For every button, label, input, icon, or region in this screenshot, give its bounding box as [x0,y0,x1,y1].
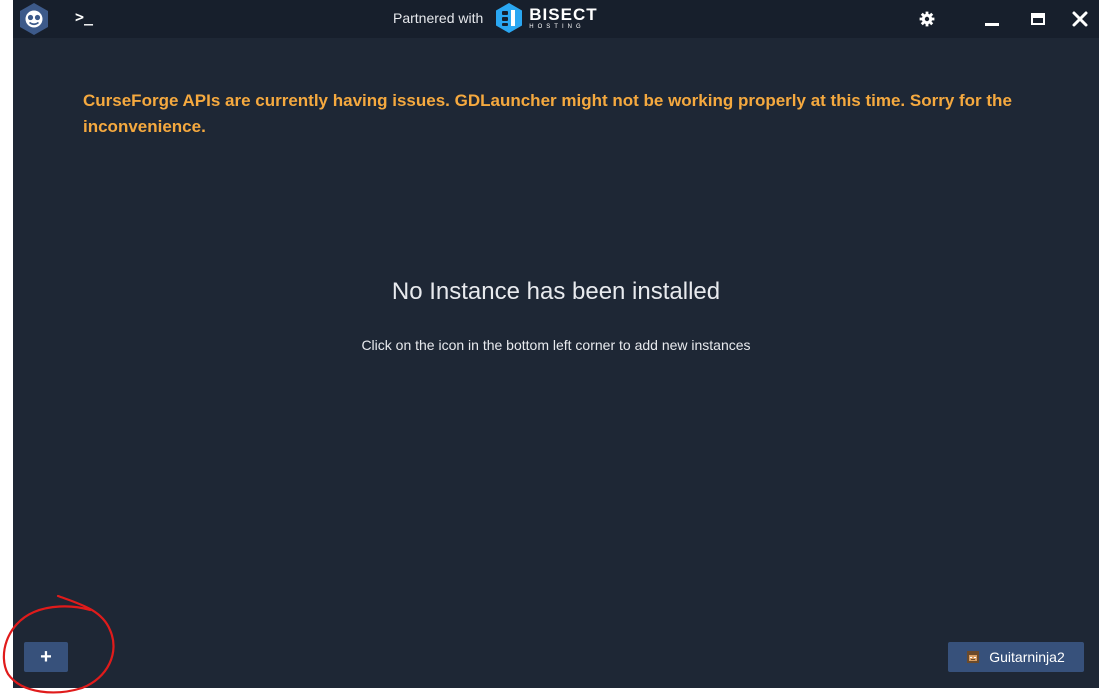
app-window: >_ Partnered with BISECT HOSTING CurseFo… [13,0,1099,688]
empty-state-title: No Instance has been installed [391,278,721,305]
empty-state-subtitle: Click on the icon in the bottom left cor… [361,337,751,353]
page: >_ Partnered with BISECT HOSTING CurseFo… [0,0,1099,697]
account-name: Guitarninja2 [989,649,1065,665]
gdlauncher-logo-icon[interactable] [18,2,50,36]
bisect-sub: HOSTING [529,24,585,30]
gear-icon[interactable] [917,9,937,29]
add-instance-button[interactable]: + [24,642,68,672]
partner-text: Partnered with [393,10,484,26]
minimize-icon[interactable] [981,8,1003,30]
title-bar: >_ Partnered with BISECT HOSTING [13,0,1099,38]
avatar [967,651,980,663]
api-warning-message: CurseForge APIs are currently having iss… [83,91,1012,136]
bisect-logo-icon [496,3,523,33]
close-icon[interactable] [1069,8,1091,30]
partner-banner[interactable]: Partnered with BISECT HOSTING [393,0,598,36]
bisect-brand: BISECT [529,5,598,24]
account-button[interactable]: Guitarninja2 [948,642,1084,672]
maximize-icon[interactable] [1027,8,1049,30]
terminal-icon[interactable]: >_ [75,8,93,26]
bisect-wordmark: BISECT HOSTING [529,6,597,30]
